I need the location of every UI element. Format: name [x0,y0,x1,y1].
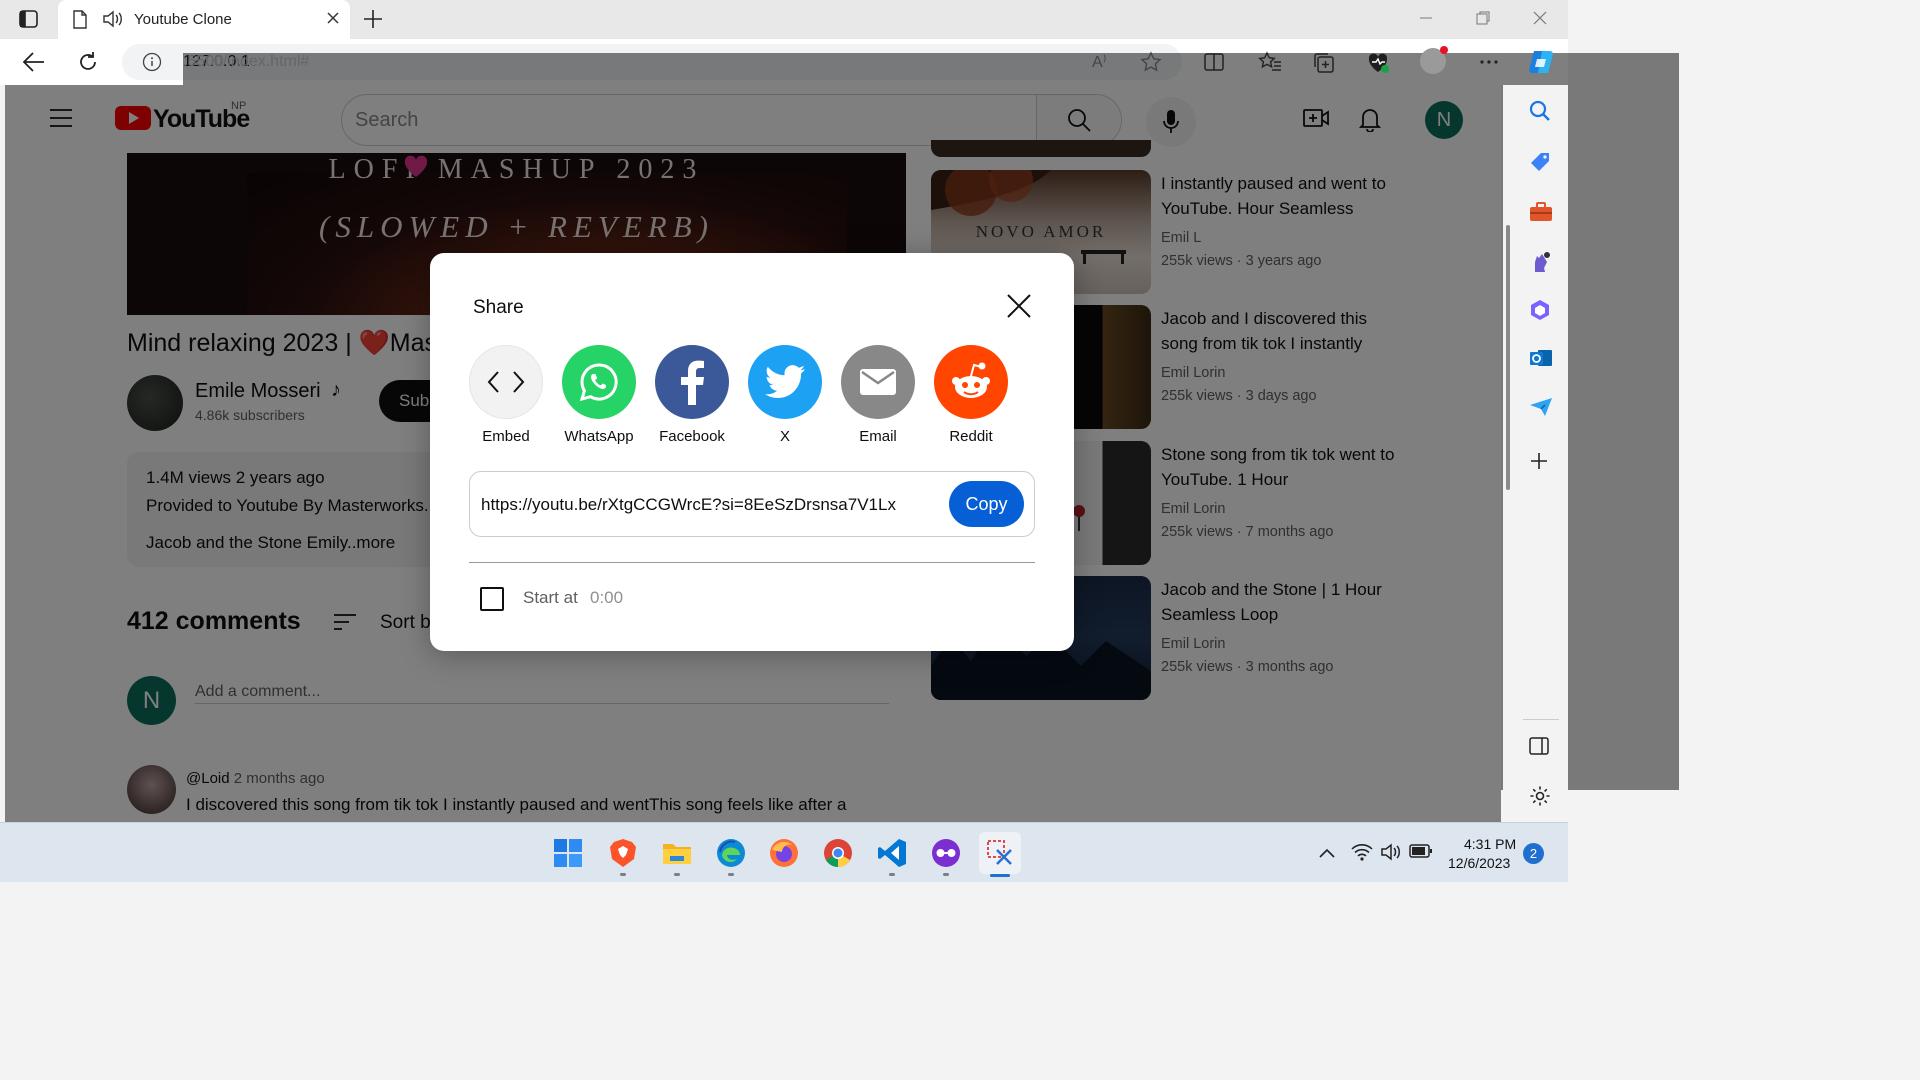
chrome-icon[interactable] [823,838,853,868]
volume-icon[interactable] [1380,843,1402,861]
profile-avatar[interactable] [1420,46,1448,74]
back-arrow-icon[interactable] [22,51,46,73]
url-text[interactable]: 127.0.0.1:5500/index.html# [183,53,1679,790]
refresh-icon[interactable] [77,51,99,73]
whatsapp-button[interactable] [562,345,636,419]
share-link-box: https://youtu.be/rXtgCCGWrcE?si=8EeSzDrs… [469,471,1035,537]
share-embed[interactable]: Embed [466,345,546,445]
twitter-icon [765,365,805,398]
windows-taskbar: 4:31 PM 12/6/2023 2 [0,822,1568,882]
browser-essentials-icon[interactable] [1366,51,1390,75]
split-screen-icon[interactable] [1203,51,1225,73]
email-icon [860,369,896,395]
running-indicator [889,873,895,876]
vscode-icon[interactable] [877,838,907,868]
sidebar-divider [1523,719,1559,720]
battery-icon[interactable] [1409,843,1433,859]
share-link-url[interactable]: https://youtu.be/rXtgCCGWrcE?si=8EeSzDrs… [481,495,896,515]
tab-close-icon[interactable] [326,11,340,25]
running-indicator [674,873,680,876]
share-label: Facebook [659,428,725,445]
share-facebook[interactable]: Facebook [652,345,732,445]
send-drop-icon[interactable] [1529,397,1553,417]
page-scrollbar[interactable] [1503,85,1513,822]
new-tab-icon[interactable] [362,8,384,30]
share-reddit[interactable]: Reddit [931,345,1011,445]
more-menu-icon[interactable] [1478,51,1500,73]
favorites-icon[interactable] [1258,51,1282,73]
window-minimize-icon[interactable] [1418,10,1434,26]
browser-tab-bar: Youtube Clone [0,0,1568,39]
games-icon[interactable] [1529,250,1553,274]
page-icon [73,10,87,29]
start-at-label: Start at [523,588,578,607]
shopping-tag-icon[interactable] [1529,151,1551,173]
tab-actions-icon[interactable] [18,9,40,29]
windows-start-icon[interactable] [553,838,583,868]
window-restore-icon[interactable] [1475,10,1491,26]
incognito-icon[interactable] [931,838,961,868]
window-close-icon[interactable] [1532,10,1548,26]
start-at-time: 0:00 [590,588,624,607]
add-icon[interactable] [1529,451,1549,471]
running-indicator [728,873,734,876]
share-label: Email [859,428,897,445]
running-indicator [620,873,626,876]
running-indicator [943,873,949,876]
sidebar-toggle-icon[interactable] [1529,737,1549,755]
share-label: Embed [482,428,530,445]
copilot-icon[interactable] [1526,47,1556,77]
active-indicator [990,874,1010,877]
share-whatsapp[interactable]: WhatsApp [559,345,639,445]
clock-time[interactable]: 4:31 PM [1464,836,1516,852]
read-aloud-icon[interactable]: A⁾ [1092,52,1107,72]
wifi-icon[interactable] [1351,843,1373,861]
microsoft-365-icon[interactable] [1529,299,1551,321]
close-icon[interactable] [1006,293,1032,319]
site-info-icon[interactable] [142,52,162,72]
share-label: WhatsApp [564,428,634,445]
share-email[interactable]: Email [838,345,918,445]
share-label: X [779,428,790,445]
email-button[interactable] [841,345,915,419]
tools-icon[interactable] [1529,201,1553,223]
embed-icon [487,371,525,393]
share-dialog: Share Embed WhatsApp Facebook X Email Re… [430,253,1074,651]
embed-button[interactable] [469,345,543,419]
settings-gear-icon[interactable] [1529,785,1551,807]
snipping-tool-icon [987,840,1012,865]
edge-sidebar [1513,85,1568,822]
chevron-up-icon[interactable] [1319,847,1335,859]
search-icon[interactable] [1529,100,1551,122]
tab-title: Youtube Clone [134,11,232,28]
whatsapp-icon [579,363,618,402]
firefox-icon[interactable] [769,838,799,868]
address-bar[interactable]: 127.0.0.1:5500/index.html# A⁾ [122,44,1679,790]
copy-link-button[interactable]: Copy [949,481,1024,527]
favorite-star-icon[interactable] [1140,51,1162,73]
start-at-checkbox[interactable] [480,587,504,611]
file-explorer-icon[interactable] [662,838,692,868]
share-x[interactable]: X [745,345,825,445]
reddit-icon [952,362,990,398]
edge-icon[interactable] [716,838,746,868]
clock-date[interactable]: 12/6/2023 [1448,855,1510,871]
divider [469,562,1035,563]
notification-badge[interactable]: 2 [1523,843,1544,864]
x-button[interactable] [748,345,822,419]
brave-icon[interactable] [608,838,638,868]
share-label: Reddit [949,428,993,445]
browser-toolbar: 127.0.0.1:5500/index.html# A⁾ [0,39,1679,790]
facebook-button[interactable] [655,345,729,419]
collections-icon[interactable] [1312,51,1336,75]
reddit-button[interactable] [934,345,1008,419]
facebook-icon [681,360,704,405]
browser-tab-active[interactable]: Youtube Clone [58,0,350,39]
audio-playing-icon[interactable] [102,10,124,28]
scrollbar-thumb[interactable] [1506,225,1510,490]
snipping-tool-app[interactable] [979,832,1021,874]
outlook-icon[interactable] [1529,347,1553,369]
share-dialog-title: Share [473,297,524,318]
